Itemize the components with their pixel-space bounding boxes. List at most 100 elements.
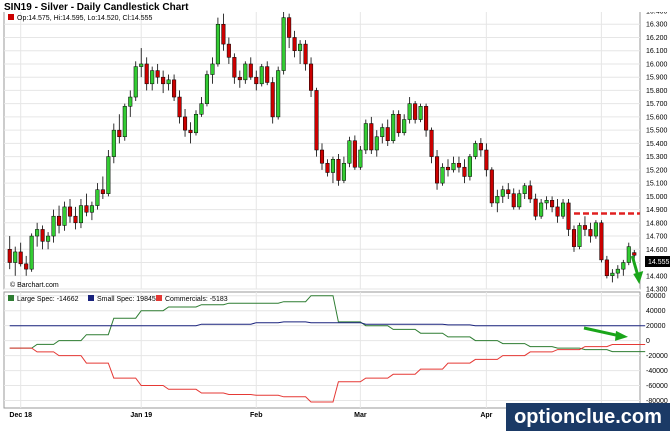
ohlc-swatch — [8, 14, 14, 20]
candle-body-down — [599, 222, 604, 261]
cot-tick-label: 0 — [646, 338, 650, 345]
candle-body-down — [325, 162, 330, 173]
candle-body-down — [84, 205, 89, 213]
candle-body-up — [593, 222, 598, 237]
candle-body-down — [445, 166, 451, 171]
candle-body-down — [144, 63, 149, 85]
candle-body-up — [615, 268, 620, 274]
candle — [281, 11, 286, 75]
candle-body-down — [248, 63, 253, 78]
candle-body-up — [467, 156, 472, 177]
candle-body-down — [67, 206, 73, 217]
candle — [122, 103, 127, 141]
cot-axis: 6000040000200000-20000-40000-60000-80000 — [646, 293, 668, 405]
candle-body-up — [29, 235, 34, 270]
date-tick-label: Mar — [354, 412, 367, 419]
candle-body-up — [407, 103, 412, 120]
price-tick-label: 14.400 — [646, 273, 668, 280]
candle-body-down — [161, 76, 166, 85]
candle-body-down — [456, 162, 461, 168]
candle-body-up — [418, 106, 423, 120]
candle — [204, 70, 209, 107]
candle-body-up — [621, 262, 626, 270]
candle-body-down — [566, 202, 571, 230]
candle-body-down — [413, 103, 418, 120]
candle-body-up — [89, 205, 94, 213]
candle-body-up — [500, 189, 505, 197]
candle-body-up — [51, 215, 56, 237]
date-tick-label: Apr — [480, 412, 492, 419]
candle — [270, 77, 275, 124]
candle-body-down — [528, 185, 533, 200]
candle-body-up — [330, 159, 335, 173]
candle-body-down — [555, 206, 560, 217]
cot-tick-label: -20000 — [646, 353, 668, 360]
candle-body-down — [73, 215, 78, 224]
candle-body-up — [495, 196, 500, 204]
candle — [314, 87, 319, 157]
candle-body-up — [95, 189, 100, 206]
candle — [489, 167, 494, 207]
candle-body-up — [46, 235, 51, 242]
candle-body-down — [385, 127, 390, 141]
candle-body-down — [424, 106, 429, 131]
candle — [599, 220, 604, 263]
candle-body-up — [347, 140, 352, 164]
candle — [193, 110, 199, 136]
candle-body-down — [270, 82, 275, 118]
price-tick-label: 15.400 — [646, 141, 668, 148]
candle — [473, 140, 478, 160]
candle-body-down — [429, 129, 434, 157]
candle-body-down — [632, 252, 637, 256]
candle-body-down — [303, 43, 308, 65]
candle-body-down — [287, 17, 292, 38]
candle-body-down — [435, 156, 440, 184]
candle-body-up — [402, 119, 407, 134]
candle-body-up — [204, 74, 209, 104]
candle — [133, 61, 138, 102]
candle — [363, 119, 368, 154]
chart-title: SIN19 - Silver - Daily Candlestick Chart — [4, 2, 189, 13]
price-tick-label: 16.000 — [646, 61, 668, 68]
candle-body-down — [511, 193, 516, 208]
candle-body-up — [539, 202, 544, 217]
candle-body-up — [133, 66, 138, 98]
candle-body-down — [172, 79, 177, 98]
candle-body-down — [177, 96, 182, 118]
cot-plot-area — [3, 291, 641, 409]
candle-body-down — [336, 159, 341, 181]
candle-body-up — [276, 70, 281, 118]
candle-body-up — [62, 206, 67, 226]
candle-body-up — [451, 162, 456, 171]
price-tick-label: 15.200 — [646, 167, 668, 174]
date-tick-label: Dec 18 — [9, 412, 32, 419]
candle-body-down — [183, 116, 188, 131]
candle-body-down — [462, 166, 467, 177]
candle-body-up — [374, 136, 379, 151]
cot-tick-label: 20000 — [646, 323, 666, 330]
candle-body-up — [35, 229, 40, 237]
candle-body-down — [188, 129, 193, 134]
price-tick-label: 16.300 — [646, 22, 668, 29]
candle-body-down — [396, 114, 401, 134]
candle-body-down — [117, 129, 122, 138]
candle-body-up — [577, 225, 582, 247]
date-tick-label: Jan 19 — [130, 412, 152, 419]
candle-body-up — [298, 43, 303, 51]
candle-body-up — [626, 246, 631, 263]
cot-tick-label: 40000 — [646, 308, 666, 315]
candle-body-down — [254, 76, 259, 85]
candle-body-down — [24, 263, 29, 270]
candle-body-down — [40, 229, 45, 242]
candle-body-down — [155, 70, 160, 78]
price-tick-label: 15.800 — [646, 88, 668, 95]
candle-body-up — [139, 63, 144, 67]
candle — [347, 136, 352, 168]
price-tick-label: 14.800 — [646, 220, 668, 227]
chart-canvas: 16.40016.30016.20016.10016.00015.90015.8… — [0, 0, 670, 419]
price-axis: 16.40016.30016.20016.10016.00015.90015.8… — [646, 9, 668, 294]
candle-body-up — [380, 127, 385, 138]
candle-body-down — [314, 90, 319, 151]
candle-body-down — [352, 140, 357, 168]
price-tick-label: 14.700 — [646, 234, 668, 241]
